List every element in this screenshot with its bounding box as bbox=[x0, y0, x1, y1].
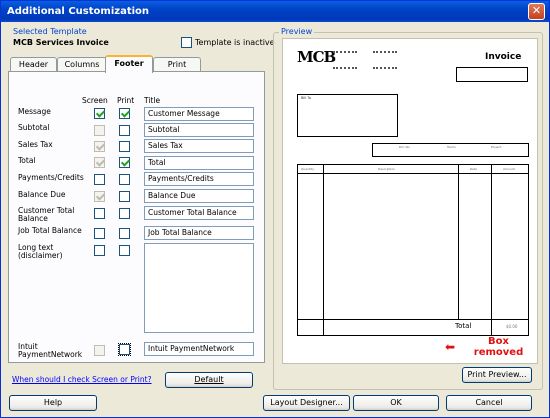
tab-columns-label: Columns bbox=[64, 60, 100, 69]
customer-total-balance-screen-checkbox[interactable] bbox=[94, 208, 105, 219]
description-header: Description bbox=[378, 167, 396, 171]
cancel-label: Cancel bbox=[475, 398, 503, 407]
intuit-paymentnetwork-print-checkbox[interactable] bbox=[118, 343, 131, 356]
tab-footer-label: Footer bbox=[114, 59, 144, 68]
balance-due-print-checkbox[interactable] bbox=[119, 191, 130, 202]
template-name: MCB Services Invoice bbox=[13, 38, 109, 47]
customer-total-balance-title-field[interactable]: Customer Total Balance bbox=[144, 206, 254, 220]
tab-header[interactable]: Header bbox=[10, 57, 57, 72]
total-print-checkbox[interactable] bbox=[119, 157, 130, 168]
default-button-label: Default bbox=[194, 375, 224, 384]
total-screen-checkbox[interactable] bbox=[94, 157, 105, 168]
long-text-print-checkbox[interactable] bbox=[119, 245, 130, 256]
close-icon[interactable]: ✕ bbox=[528, 3, 545, 20]
balance-due-title-field[interactable]: Balance Due bbox=[144, 189, 254, 203]
bill-to-label: Bill To bbox=[301, 96, 312, 100]
default-button[interactable]: Default bbox=[165, 372, 253, 388]
company-logo: MCB bbox=[297, 48, 336, 66]
column-divider bbox=[458, 165, 459, 319]
intuit-paymentnetwork-screen-checkbox[interactable] bbox=[94, 345, 105, 356]
preview-label: Preview bbox=[279, 27, 315, 36]
title-bar[interactable]: Additional Customization ✕ bbox=[1, 1, 549, 22]
long-text-screen-checkbox[interactable] bbox=[94, 245, 105, 256]
payments-credits-title-field[interactable]: Payments/Credits bbox=[144, 172, 254, 186]
total-row-divider bbox=[298, 319, 528, 320]
payments-credits-screen-checkbox[interactable] bbox=[94, 174, 105, 185]
po-terms-project-header: P.O. No. Terms Project bbox=[372, 143, 529, 157]
row-label-long-text: Long text (disclaimer) bbox=[18, 243, 63, 260]
long-text-title-field[interactable] bbox=[144, 243, 254, 333]
quantity-header: Quantity bbox=[301, 167, 314, 171]
template-inactive-checkbox[interactable] bbox=[181, 37, 192, 48]
message-screen-checkbox[interactable] bbox=[94, 108, 105, 119]
selected-template-label: Selected Template bbox=[13, 27, 87, 36]
tab-print-label: Print bbox=[167, 60, 187, 69]
message-title-field[interactable]: Customer Message bbox=[144, 107, 254, 121]
company-phone-block bbox=[373, 51, 397, 69]
help-label: Help bbox=[43, 398, 63, 407]
screen-or-print-help-link[interactable]: When should I check Screen or Print? bbox=[12, 375, 152, 384]
tab-footer[interactable]: Footer bbox=[105, 55, 153, 73]
sales-tax-title-field[interactable]: Sales Tax bbox=[144, 139, 254, 153]
annotation-arrow-icon: ⬅ bbox=[445, 340, 456, 354]
row-label-payments-credits: Payments/Credits bbox=[18, 173, 84, 182]
layout-designer-button[interactable]: Layout Designer... bbox=[263, 395, 350, 411]
row-label-total: Total bbox=[18, 156, 36, 165]
job-total-balance-screen-checkbox[interactable] bbox=[94, 228, 105, 239]
row-label-job-total-balance: Job Total Balance bbox=[18, 226, 82, 235]
subtotal-screen-checkbox[interactable] bbox=[94, 125, 105, 136]
row-label-intuit-paymentnetwork: Intuit PaymentNetwork bbox=[18, 342, 83, 359]
column-header-title: Title bbox=[144, 96, 161, 105]
total-value: $0.00 bbox=[506, 324, 518, 329]
payments-credits-print-checkbox[interactable] bbox=[119, 174, 130, 185]
line-items-table: Quantity Description Rate Amount Total $… bbox=[297, 164, 529, 336]
subtotal-title-field[interactable]: Subtotal bbox=[144, 123, 254, 137]
row-label-customer-total-balance: Customer Total Balance bbox=[18, 206, 75, 223]
customer-total-balance-print-checkbox[interactable] bbox=[119, 208, 130, 219]
sales-tax-screen-checkbox[interactable] bbox=[94, 141, 105, 152]
row-label-sales-tax: Sales Tax bbox=[18, 140, 53, 149]
bill-to-box: Bill To bbox=[297, 94, 398, 137]
print-preview-button[interactable]: Print Preview... bbox=[462, 367, 532, 383]
cancel-button[interactable]: Cancel bbox=[446, 395, 532, 411]
company-address-block bbox=[333, 51, 357, 69]
window-title: Additional Customization bbox=[7, 6, 150, 17]
column-header-print: Print bbox=[117, 96, 135, 105]
intuit-paymentnetwork-title-field[interactable]: Intuit PaymentNetwork bbox=[144, 342, 254, 356]
tab-print[interactable]: Print bbox=[153, 57, 201, 72]
project-label: Project bbox=[491, 145, 502, 149]
table-header-divider bbox=[298, 173, 528, 174]
ok-button[interactable]: OK bbox=[353, 395, 439, 411]
invoice-preview: MCB Invoice Bill To P.O. No. Terms Proje… bbox=[282, 38, 538, 364]
row-label-message: Message bbox=[18, 107, 51, 116]
message-print-checkbox[interactable] bbox=[119, 108, 130, 119]
subtotal-print-checkbox[interactable] bbox=[119, 125, 130, 136]
tab-columns[interactable]: Columns bbox=[57, 57, 107, 72]
job-total-balance-print-checkbox[interactable] bbox=[119, 228, 130, 239]
po-number-label: P.O. No. bbox=[399, 145, 411, 149]
template-inactive-label: Template is inactive bbox=[195, 38, 275, 47]
additional-customization-dialog: Additional Customization ✕ Selected Temp… bbox=[0, 0, 550, 418]
date-number-box bbox=[456, 67, 528, 82]
box-removed-annotation: Box removed bbox=[473, 336, 524, 358]
ok-label: OK bbox=[390, 398, 402, 407]
column-divider bbox=[323, 165, 324, 335]
help-button[interactable]: Help bbox=[9, 395, 97, 411]
tab-header-label: Header bbox=[18, 60, 49, 69]
balance-due-screen-checkbox[interactable] bbox=[94, 191, 105, 202]
total-title-field[interactable]: Total bbox=[144, 156, 254, 170]
sales-tax-print-checkbox[interactable] bbox=[119, 141, 130, 152]
layout-designer-label: Layout Designer... bbox=[270, 398, 343, 407]
total-label: Total bbox=[455, 322, 472, 330]
print-preview-label: Print Preview... bbox=[467, 370, 527, 379]
terms-label: Terms bbox=[447, 145, 456, 149]
column-divider bbox=[491, 165, 492, 335]
rate-header: Rate bbox=[470, 167, 477, 171]
row-label-subtotal: Subtotal bbox=[18, 123, 50, 132]
amount-header: Amount bbox=[503, 167, 515, 171]
job-total-balance-title-field[interactable]: Job Total Balance bbox=[144, 226, 254, 240]
invoice-heading: Invoice bbox=[485, 52, 522, 62]
row-label-balance-due: Balance Due bbox=[18, 190, 66, 199]
column-header-screen: Screen bbox=[82, 96, 108, 105]
